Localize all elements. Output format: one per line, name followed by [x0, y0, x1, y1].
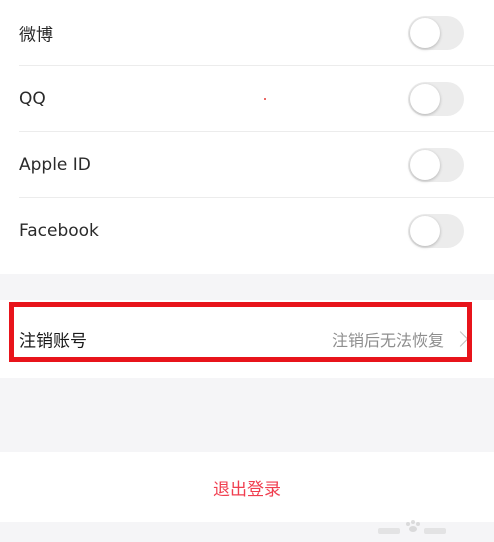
- logout-button[interactable]: 退出登录: [0, 452, 494, 522]
- binding-row-facebook[interactable]: Facebook: [0, 198, 494, 264]
- apple-id-toggle[interactable]: [408, 148, 464, 182]
- cancel-account-label: 注销账号: [19, 331, 87, 352]
- chevron-right-icon: [452, 331, 469, 347]
- toggle-knob: [410, 84, 440, 114]
- toggle-knob: [410, 216, 440, 246]
- red-dot-artifact: [264, 98, 266, 100]
- binding-label-qq: QQ: [19, 89, 46, 109]
- binding-row-weibo[interactable]: 微博: [0, 0, 494, 66]
- qq-toggle[interactable]: [408, 82, 464, 116]
- binding-row-apple-id[interactable]: Apple ID: [0, 132, 494, 198]
- binding-label-apple-id: Apple ID: [19, 155, 91, 175]
- toggle-knob: [410, 18, 440, 48]
- account-section: 注销账号 注销后无法恢复: [0, 300, 494, 378]
- cancel-account-hint: 注销后无法恢复: [331, 331, 444, 350]
- binding-label-facebook: Facebook: [19, 221, 99, 241]
- binding-row-qq[interactable]: QQ: [0, 66, 494, 132]
- cancel-account-row[interactable]: 注销账号 注销后无法恢复: [0, 300, 494, 378]
- baidu-jingyan-watermark-icon: [370, 518, 450, 538]
- binding-label-weibo: 微博: [19, 25, 53, 46]
- toggle-knob: [410, 150, 440, 180]
- third-party-bindings-section: 微博 QQ Apple ID Facebook: [0, 0, 494, 274]
- facebook-toggle[interactable]: [408, 214, 464, 248]
- weibo-toggle[interactable]: [408, 16, 464, 50]
- logout-section: 退出登录: [0, 452, 494, 522]
